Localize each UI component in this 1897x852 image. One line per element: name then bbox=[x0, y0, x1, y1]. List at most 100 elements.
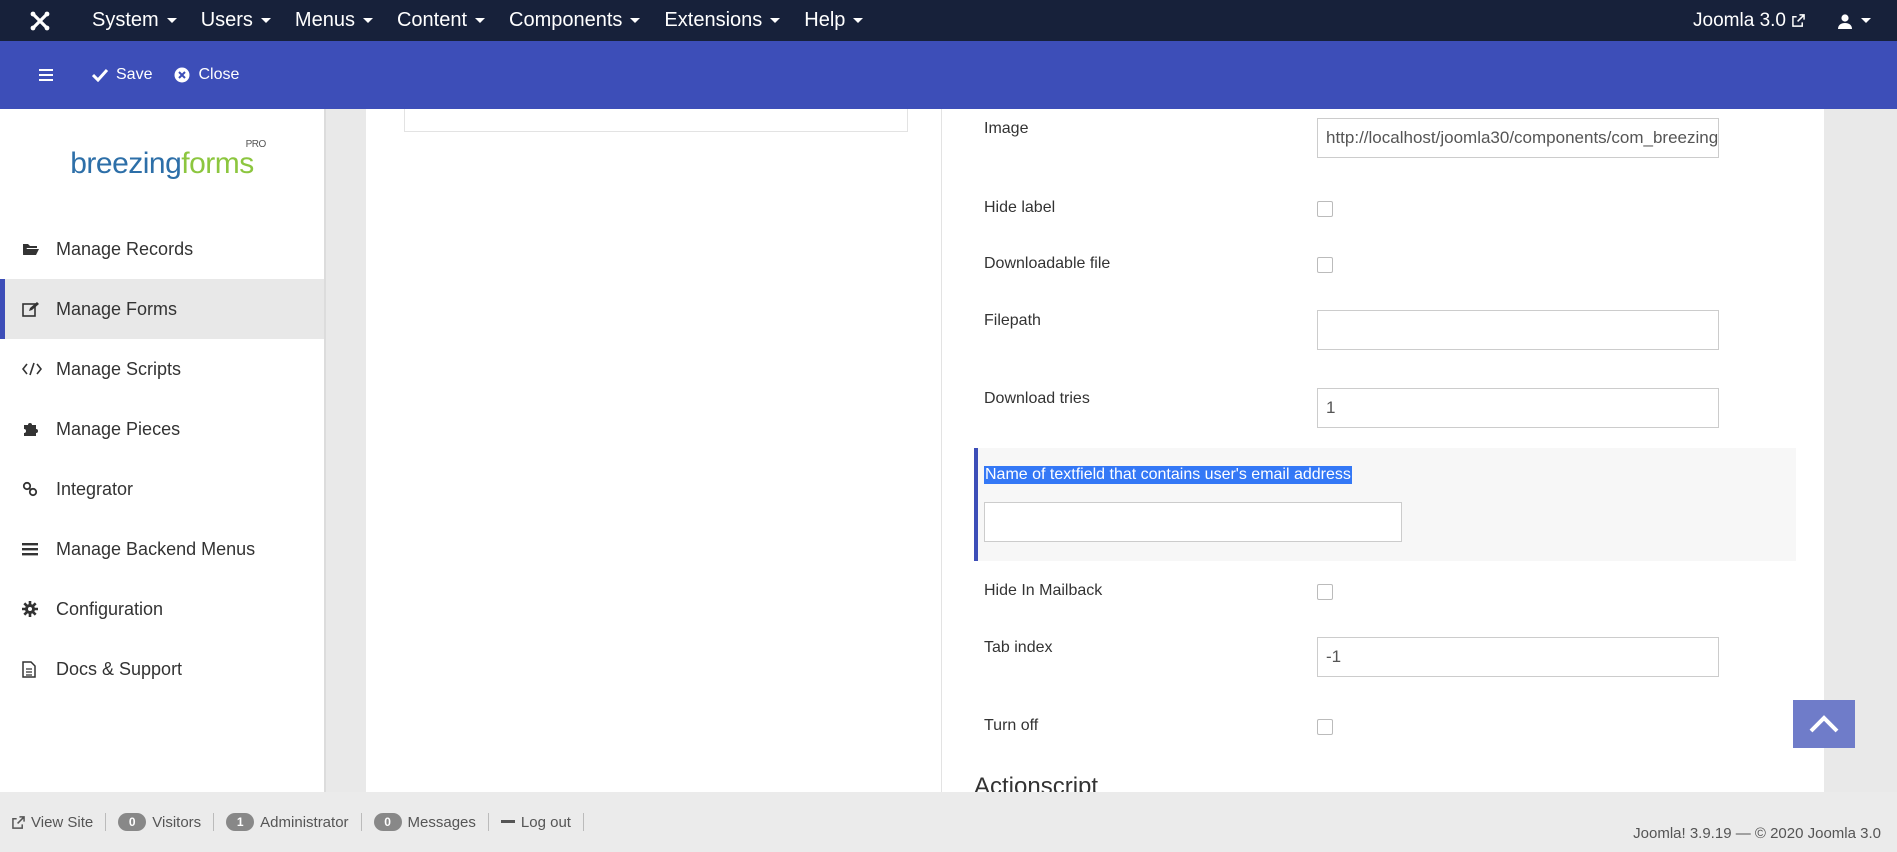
menu-content[interactable]: Content bbox=[385, 0, 497, 41]
site-link[interactable]: Joomla 3.0 bbox=[1681, 10, 1817, 32]
close-button[interactable]: Close bbox=[174, 66, 239, 84]
downloadable-file-checkbox[interactable] bbox=[1317, 257, 1333, 273]
save-label: Save bbox=[116, 66, 153, 83]
menu-menus[interactable]: Menus bbox=[283, 0, 385, 41]
sidebar-item-docs-support[interactable]: Docs & Support bbox=[0, 639, 324, 699]
menu-label: Content bbox=[396, 9, 468, 31]
menu-label: Menus bbox=[294, 9, 355, 31]
document-icon bbox=[22, 660, 56, 678]
close-circle-icon bbox=[174, 67, 190, 83]
section-title: Actionscript bbox=[974, 773, 1099, 792]
list-icon bbox=[22, 542, 56, 556]
menu-label: Extensions bbox=[664, 9, 763, 31]
sidebar-item-manage-forms[interactable]: Manage Forms bbox=[0, 279, 324, 339]
sidebar-item-label: Manage Records bbox=[56, 238, 194, 259]
sidebar-toggle-button[interactable] bbox=[0, 41, 92, 109]
visitors-label: Visitors bbox=[152, 813, 202, 831]
edit-icon bbox=[22, 301, 56, 317]
puzzle-icon bbox=[22, 421, 56, 437]
gear-icon bbox=[22, 601, 56, 617]
hamburger-icon bbox=[39, 69, 53, 81]
logout-link[interactable]: Log out bbox=[489, 813, 584, 831]
sidebar-item-manage-backend-menus[interactable]: Manage Backend Menus bbox=[0, 519, 324, 579]
caret-down-icon bbox=[362, 18, 373, 23]
menu-extensions[interactable]: Extensions bbox=[652, 0, 792, 41]
caret-down-icon bbox=[475, 18, 486, 23]
sidebar-item-label: Manage Forms bbox=[56, 298, 178, 319]
messages-label: Messages bbox=[407, 813, 476, 831]
visitors-count-badge: 0 bbox=[118, 813, 147, 831]
email-field-label: Name of textfield that contains user's e… bbox=[984, 466, 1352, 484]
caret-down-icon bbox=[630, 18, 641, 23]
logo-text-2: forms bbox=[181, 147, 254, 180]
turn-off-label: Turn off bbox=[984, 717, 1039, 734]
sidebar-item-manage-records[interactable]: Manage Records bbox=[0, 219, 324, 279]
menu-label: Help bbox=[804, 9, 846, 31]
navbar-right: Joomla 3.0 bbox=[1681, 0, 1897, 41]
sidebar-item-label: Manage Scripts bbox=[56, 358, 182, 379]
scroll-to-top-button[interactable] bbox=[1793, 700, 1855, 748]
caret-down-icon bbox=[166, 18, 177, 23]
main-content: Image http://localhost/joomla30/componen… bbox=[366, 109, 1824, 792]
left-panel bbox=[404, 109, 908, 132]
messages-status[interactable]: 0 Messages bbox=[362, 813, 489, 831]
code-icon bbox=[22, 362, 56, 376]
sidebar-item-label: Integrator bbox=[56, 478, 134, 499]
filepath-input[interactable] bbox=[1317, 310, 1719, 350]
site-link-label: Joomla 3.0 bbox=[1693, 9, 1786, 31]
filepath-label: Filepath bbox=[984, 312, 1041, 329]
hide-label-label: Hide label bbox=[984, 199, 1056, 216]
sidebar-item-integrator[interactable]: Integrator bbox=[0, 459, 324, 519]
close-label: Close bbox=[198, 66, 240, 83]
chevron-up-icon bbox=[1809, 715, 1839, 733]
sidebar-item-label: Docs & Support bbox=[56, 658, 183, 679]
caret-down-icon bbox=[853, 18, 864, 23]
messages-count-badge: 0 bbox=[373, 813, 402, 831]
hide-label-checkbox[interactable] bbox=[1317, 201, 1333, 217]
download-tries-input[interactable]: 1 bbox=[1317, 388, 1719, 428]
sidebar-item-configuration[interactable]: Configuration bbox=[0, 579, 324, 639]
sidebar: breezingforms PRO Manage Records Manage F… bbox=[0, 109, 326, 792]
save-button[interactable]: Save bbox=[92, 66, 152, 84]
administrator-status[interactable]: 1 Administrator bbox=[214, 813, 362, 831]
user-menu[interactable] bbox=[1817, 13, 1897, 29]
download-tries-label: Download tries bbox=[984, 390, 1090, 407]
caret-down-icon bbox=[770, 18, 781, 23]
downloadable-file-label: Downloadable file bbox=[984, 255, 1111, 272]
column-divider bbox=[941, 109, 942, 792]
tab-index-label: Tab index bbox=[984, 639, 1053, 656]
email-field-input[interactable] bbox=[984, 502, 1402, 542]
logo-pro-badge: PRO bbox=[245, 139, 267, 150]
external-link-icon bbox=[1792, 14, 1805, 27]
menu-users[interactable]: Users bbox=[189, 0, 283, 41]
administrator-label: Administrator bbox=[260, 813, 349, 831]
sidebar-item-label: Configuration bbox=[56, 598, 164, 619]
menu-help[interactable]: Help bbox=[792, 0, 875, 41]
menu-label: Users bbox=[200, 9, 253, 31]
email-field-row: Name of textfield that contains user's e… bbox=[974, 448, 1796, 561]
menu-components[interactable]: Components bbox=[497, 0, 652, 41]
visitors-status[interactable]: 0 Visitors bbox=[106, 813, 215, 831]
admin-count-badge: 1 bbox=[226, 813, 255, 831]
sidebar-item-label: Manage Backend Menus bbox=[56, 538, 256, 559]
hide-mailback-label: Hide In Mailback bbox=[984, 582, 1103, 599]
main-menu: System Users Menus Content Components Ex… bbox=[80, 0, 875, 41]
check-icon bbox=[92, 68, 108, 82]
breezingforms-logo: breezingforms PRO bbox=[0, 109, 324, 219]
image-label: Image bbox=[984, 120, 1029, 137]
external-link-icon bbox=[12, 815, 25, 829]
view-site-link[interactable]: View Site bbox=[0, 813, 107, 831]
minus-icon bbox=[500, 820, 515, 823]
turn-off-checkbox[interactable] bbox=[1317, 719, 1333, 735]
joomla-logo-icon[interactable] bbox=[0, 0, 80, 41]
menu-system[interactable]: System bbox=[80, 0, 189, 41]
caret-down-icon bbox=[1861, 18, 1871, 23]
menu-label: System bbox=[92, 9, 159, 31]
view-site-label: View Site bbox=[31, 813, 94, 831]
hide-mailback-checkbox[interactable] bbox=[1317, 584, 1333, 600]
image-input[interactable]: http://localhost/joomla30/components/com… bbox=[1317, 118, 1719, 158]
logout-label: Log out bbox=[520, 813, 571, 831]
sidebar-item-manage-scripts[interactable]: Manage Scripts bbox=[0, 339, 324, 399]
tab-index-input[interactable]: -1 bbox=[1317, 637, 1719, 677]
sidebar-item-manage-pieces[interactable]: Manage Pieces bbox=[0, 399, 324, 459]
